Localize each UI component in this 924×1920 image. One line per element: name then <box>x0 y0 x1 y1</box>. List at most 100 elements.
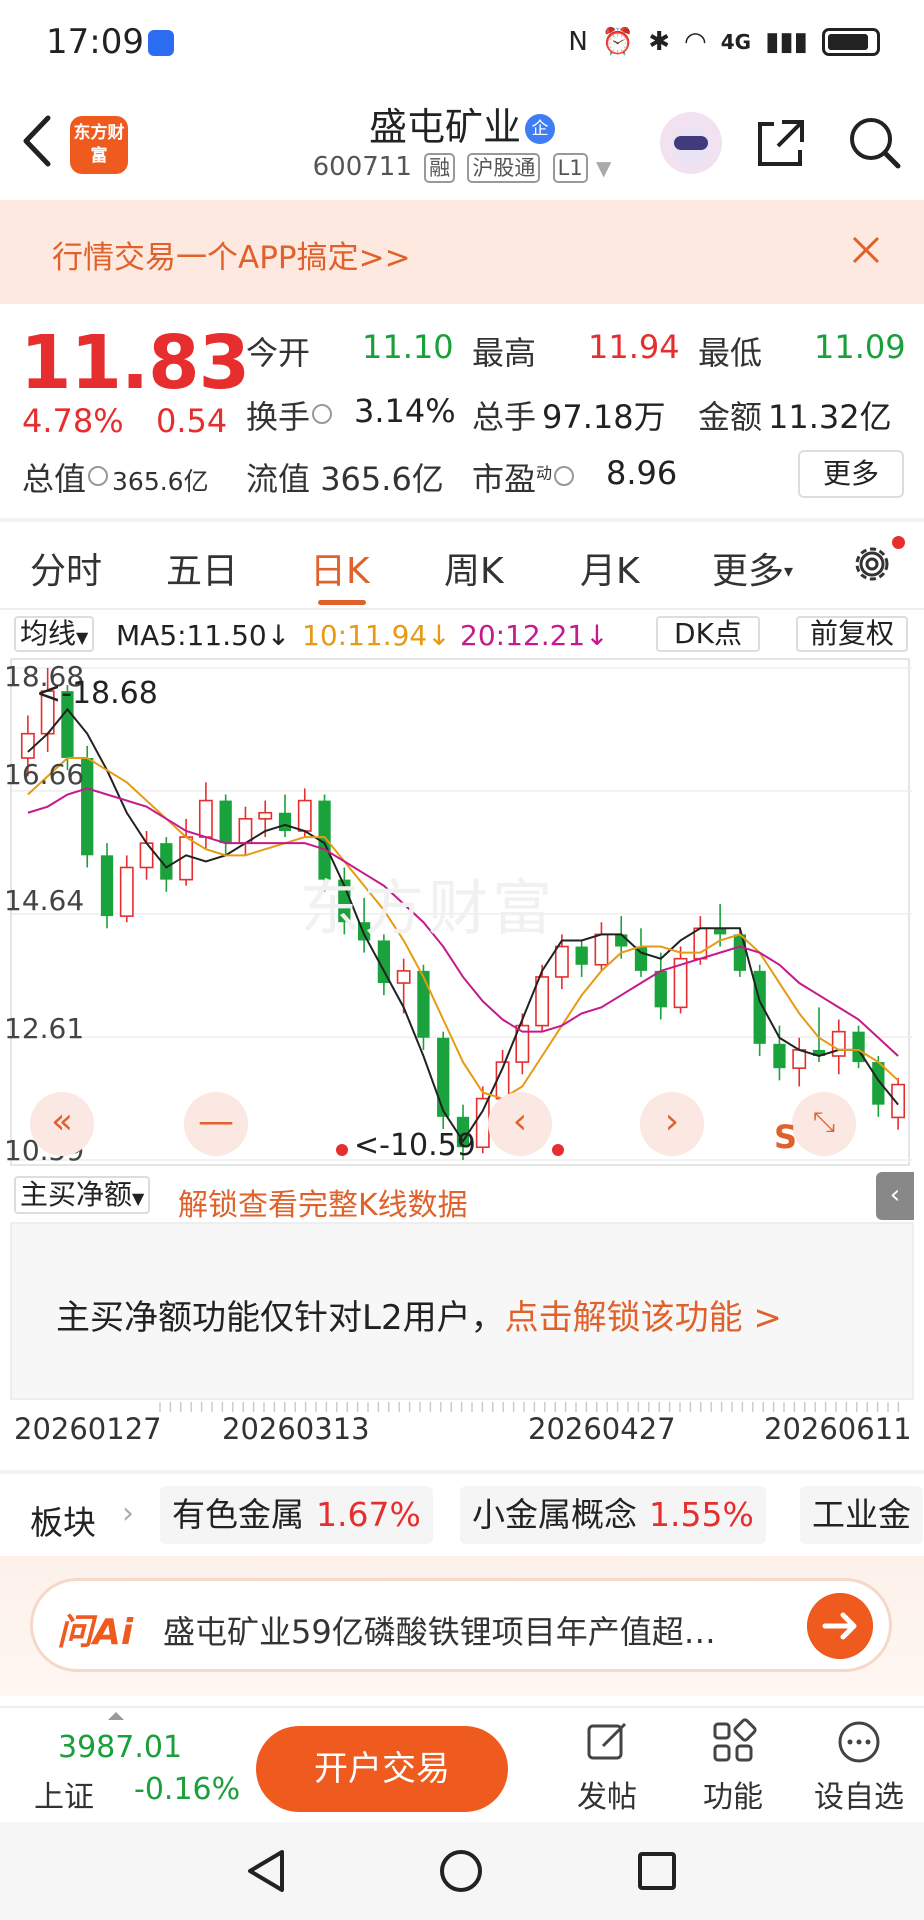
candle <box>515 1013 530 1075</box>
arrow-right-icon[interactable] <box>807 1593 873 1659</box>
candle <box>278 794 292 838</box>
more-quote-button[interactable]: 更多 <box>798 450 904 498</box>
pe-value: 8.96 <box>606 454 678 492</box>
signal-dot <box>552 1144 564 1156</box>
candle <box>396 958 411 1014</box>
ma5-value: MA5:11.50↓ <box>116 619 291 652</box>
sell-signal-mark: S <box>774 1118 798 1156</box>
battery-icon <box>822 28 880 56</box>
connect-tag: 沪股通 <box>467 153 541 183</box>
candle-body <box>654 970 667 1008</box>
chevron-right-icon[interactable]: › <box>122 1496 134 1531</box>
open-label: 今开 <box>246 334 311 372</box>
share-icon[interactable] <box>752 114 810 172</box>
sector-chip[interactable]: 小金属概念 1.55% <box>460 1486 766 1544</box>
sector-chip[interactable]: 工业金 <box>800 1486 923 1544</box>
index-value[interactable]: 3987.01 <box>58 1730 182 1765</box>
chevron-down-icon[interactable]: ▼ <box>596 156 611 180</box>
fast-backward-button[interactable]: « <box>30 1092 94 1156</box>
unlock-l2-link[interactable]: 点击解锁该功能 > <box>505 1298 782 1338</box>
caret-up-icon[interactable] <box>108 1712 124 1720</box>
candle-body <box>139 842 154 869</box>
candle-body <box>396 970 411 984</box>
signal-dot <box>336 1144 348 1156</box>
open-value: 11.10 <box>362 328 454 366</box>
signal-icon: ▮▮▮ <box>765 27 808 57</box>
back-triangle-icon[interactable] <box>244 1848 288 1894</box>
ai-search-pill[interactable]: 问Ai 盛屯矿业59亿磷酸铁锂项目年产值超… <box>30 1578 892 1672</box>
candle <box>119 855 134 923</box>
caret-down-icon: ▼ <box>76 628 89 647</box>
search-icon[interactable] <box>846 114 904 172</box>
ai-query-text[interactable]: 盛屯矿业59亿磷酸铁锂项目年产值超… <box>163 1607 803 1653</box>
index-change[interactable]: -0.16% <box>134 1772 240 1807</box>
info-icon[interactable] <box>312 404 333 424</box>
assistant-avatar[interactable] <box>660 112 722 174</box>
candle-body <box>554 945 569 978</box>
dk-point-button[interactable]: DK点 <box>656 616 760 652</box>
main-buy-selector[interactable]: 主买净额▼ <box>14 1176 151 1214</box>
zoom-out-button[interactable]: — <box>184 1092 248 1156</box>
candle <box>475 1086 490 1154</box>
info-icon[interactable] <box>554 466 575 486</box>
indicator-selector[interactable]: 均线▼ <box>14 616 95 652</box>
low-price-label: <-10.59 <box>354 1128 476 1163</box>
functions-button[interactable]: 功能 <box>678 1718 788 1816</box>
step-right-button[interactable]: › <box>640 1092 704 1156</box>
tab-daily-k[interactable]: 日K <box>310 542 370 594</box>
change-amount: 0.54 <box>156 402 228 440</box>
volume-label: 总手 <box>472 398 537 436</box>
candle <box>554 934 569 990</box>
collapse-side-icon[interactable]: ‹ <box>876 1172 914 1220</box>
ma-legend-row: 均线▼ MA5:11.50↓ 10:11.94↓ 20:12.21↓ DK点 前… <box>0 612 924 654</box>
candle-body <box>417 970 430 1038</box>
post-button[interactable]: 发帖 <box>552 1718 662 1816</box>
info-icon[interactable] <box>88 466 109 486</box>
adjust-button[interactable]: 前复权 <box>796 616 908 652</box>
sector-chip[interactable]: 有色金属 1.67% <box>160 1486 433 1544</box>
candle-body <box>575 946 588 965</box>
watermark: 东方财富 <box>300 874 556 944</box>
step-left-button[interactable]: ‹ <box>488 1092 552 1156</box>
more-dots-icon <box>838 1721 880 1763</box>
main-buy-row: 主买净额▼ 解锁查看完整K线数据 <box>10 1172 914 1223</box>
candle-body <box>297 799 312 832</box>
open-account-button[interactable]: 开户交易 <box>256 1726 508 1812</box>
close-icon[interactable] <box>846 230 886 270</box>
tab-monthly-k[interactable]: 月K <box>580 542 640 594</box>
alarm-icon: ⏰ <box>601 27 635 57</box>
wifi-icon: ◠ <box>684 27 707 57</box>
fullscreen-icon[interactable]: ⤡ <box>792 1092 856 1156</box>
tab-more[interactable]: 更多▾ <box>712 542 793 594</box>
high-value: 11.94 <box>588 328 680 366</box>
candle-body <box>594 933 609 966</box>
banner-text[interactable]: 行情交易一个APP搞定>> <box>52 232 411 277</box>
change-percent: 4.78% <box>22 402 124 440</box>
gear-icon[interactable] <box>848 540 896 588</box>
tab-five-day[interactable]: 五日 <box>166 542 238 594</box>
tab-intraday[interactable]: 分时 <box>30 542 102 594</box>
unlock-kline-link[interactable]: 解锁查看完整K线数据 <box>178 1180 468 1224</box>
recents-square-icon[interactable] <box>636 1850 678 1892</box>
sector-title[interactable]: 板块 <box>30 1496 96 1544</box>
index-name[interactable]: 上证 <box>34 1772 94 1816</box>
status-icons: N ⏰ ✱ ◠ 4G ▮▮▮ <box>568 24 880 60</box>
grid-icon <box>713 1718 757 1762</box>
divider <box>0 518 924 522</box>
chart-tabs: 分时 五日 日K 周K 月K 更多▾ <box>0 528 924 608</box>
divider <box>0 608 924 610</box>
promo-banner[interactable]: 行情交易一个APP搞定>> <box>0 200 924 304</box>
candle-body <box>258 811 273 820</box>
candle <box>219 794 232 856</box>
tab-weekly-k[interactable]: 周K <box>444 542 504 594</box>
home-circle-icon[interactable] <box>438 1848 484 1894</box>
system-nav-bar <box>0 1822 924 1920</box>
date-label: 20260427 <box>528 1412 676 1446</box>
ai-search-bar: 问Ai 盛屯矿业59亿磷酸铁锂项目年产值超… <box>0 1556 924 1696</box>
volume-value: 97.18万 <box>542 398 666 436</box>
add-watchlist-button[interactable]: 设自选 <box>804 1718 914 1816</box>
candle <box>238 806 253 856</box>
candle <box>673 946 688 1014</box>
candle-body <box>891 1083 906 1119</box>
caret-down-icon: ▼ <box>132 1189 145 1208</box>
